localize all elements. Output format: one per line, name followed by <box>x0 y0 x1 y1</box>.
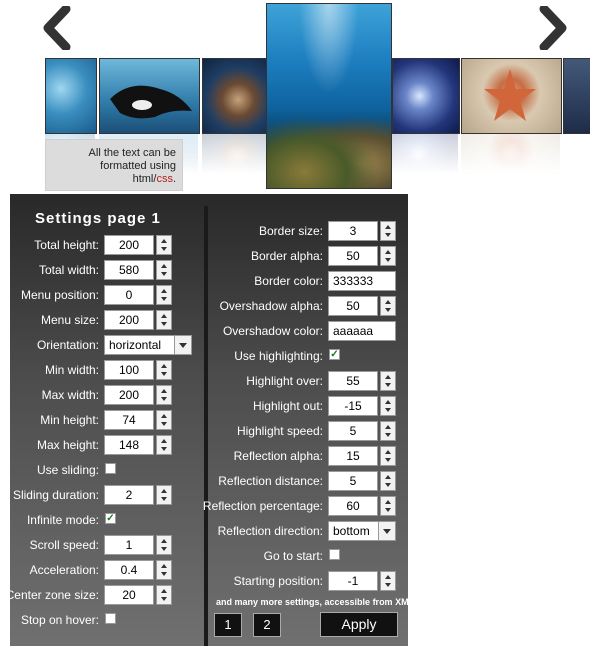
light-rays <box>299 4 359 94</box>
setting-row: Reflection distance: 5 <box>0 471 590 491</box>
caption-box: All the text can be formatted using html… <box>45 139 183 191</box>
setting-row: Border alpha: 50 <box>0 246 590 266</box>
setting-row: Go to start: <box>0 546 590 566</box>
number-input[interactable]: 15 <box>328 446 378 466</box>
setting-row: Reflection direction: bottom <box>0 521 590 541</box>
setting-label: Go to start: <box>263 549 323 563</box>
caption-html: html/ <box>132 173 157 185</box>
number-input[interactable]: 50 <box>328 246 378 266</box>
setting-label: Border alpha: <box>250 249 323 263</box>
setting-label: Border size: <box>258 224 323 238</box>
caption-line: All the text can be <box>88 147 176 159</box>
number-input[interactable]: -15 <box>328 396 378 416</box>
spinner-arrows-icon[interactable] <box>380 471 396 491</box>
caption-line: html/css. <box>46 173 176 186</box>
setting-label: Highlight speed: <box>236 424 323 438</box>
page-1-button[interactable]: 1 <box>214 613 242 637</box>
text-input[interactable]: aaaaaa <box>328 321 396 341</box>
setting-label: Highlight out: <box>252 399 323 413</box>
number-input[interactable]: 5 <box>328 421 378 441</box>
setting-row: Stop on hover: <box>0 610 590 630</box>
carousel-thumb-lionfish[interactable] <box>202 58 268 134</box>
setting-label: Reflection percentage: <box>202 499 323 513</box>
carousel-thumb-starfish[interactable] <box>461 58 562 134</box>
caption-line: formatted using <box>100 160 176 172</box>
thumb-reflection <box>392 134 458 174</box>
number-input[interactable]: 60 <box>328 496 378 516</box>
number-input[interactable]: 5 <box>328 471 378 491</box>
chevron-down-icon[interactable] <box>378 522 395 540</box>
spinner-arrows-icon[interactable] <box>380 296 396 316</box>
thumb-reflection <box>202 134 266 174</box>
setting-row: Overshadow color: aaaaaa <box>0 321 590 341</box>
spinner-arrows-icon[interactable] <box>380 421 396 441</box>
setting-label: Highlight over: <box>246 374 323 388</box>
spinner-arrows-icon[interactable] <box>380 446 396 466</box>
setting-row: Starting position: -1 <box>0 571 590 591</box>
number-input[interactable]: 50 <box>328 296 378 316</box>
spinner-arrows-icon[interactable] <box>380 496 396 516</box>
spinner-arrows-icon[interactable] <box>380 371 396 391</box>
apply-button[interactable]: Apply <box>320 612 398 637</box>
setting-label: Reflection distance: <box>218 474 323 488</box>
chevron-left-icon[interactable] <box>38 6 78 50</box>
setting-row: Border size: 3 <box>0 221 590 241</box>
spinner-arrows-icon[interactable] <box>380 396 396 416</box>
setting-label: Overshadow alpha: <box>219 299 323 313</box>
caption-css-link[interactable]: css <box>156 173 173 185</box>
text-input[interactable]: 333333 <box>328 271 396 291</box>
setting-row: Highlight over: 55 <box>0 371 590 391</box>
spinner-arrows-icon[interactable] <box>380 221 396 241</box>
more-settings-note: and many more settings, accessible from … <box>216 597 415 607</box>
number-input[interactable]: 55 <box>328 371 378 391</box>
caption-dot: . <box>172 173 176 185</box>
checkbox[interactable] <box>329 549 340 560</box>
chevron-right-icon[interactable] <box>532 6 572 50</box>
checkbox[interactable] <box>105 613 116 624</box>
coral-reef <box>267 108 391 188</box>
setting-row: Highlight speed: 5 <box>0 421 590 441</box>
setting-row: Border color: 333333 <box>0 271 590 291</box>
carousel-thumb-partial[interactable] <box>563 58 590 134</box>
setting-label: Stop on hover: <box>20 613 99 627</box>
setting-row: Use highlighting: ✓ <box>0 346 590 366</box>
spinner-arrows-icon[interactable] <box>380 246 396 266</box>
carousel-thumb-fish-school[interactable] <box>45 58 97 134</box>
page-2-button[interactable]: 2 <box>253 613 281 637</box>
setting-label: Use highlighting: <box>234 349 323 363</box>
number-input[interactable]: -1 <box>328 571 378 591</box>
thumb-reflection <box>461 134 560 174</box>
setting-row: Overshadow alpha: 50 <box>0 296 590 316</box>
setting-label: Reflection alpha: <box>233 449 323 463</box>
setting-label: Reflection direction: <box>217 524 323 538</box>
number-input[interactable]: 3 <box>328 221 378 241</box>
dropdown-select[interactable]: bottom <box>328 521 396 541</box>
setting-label: Overshadow color: <box>222 324 323 338</box>
setting-row: Reflection alpha: 15 <box>0 446 590 466</box>
carousel-thumb-orca[interactable] <box>99 58 200 134</box>
carousel-thumb-jellyfish[interactable] <box>392 58 460 134</box>
carousel-center-image-reef[interactable] <box>266 3 392 189</box>
setting-label: Starting position: <box>233 574 323 588</box>
spinner-arrows-icon[interactable] <box>380 571 396 591</box>
setting-label: Border color: <box>254 274 323 288</box>
dropdown-value: bottom <box>333 524 370 538</box>
setting-row: Reflection percentage: 60 <box>0 496 590 516</box>
checkbox[interactable]: ✓ <box>329 349 340 360</box>
setting-row: Highlight out: -15 <box>0 396 590 416</box>
panel-top-bar <box>10 194 408 206</box>
